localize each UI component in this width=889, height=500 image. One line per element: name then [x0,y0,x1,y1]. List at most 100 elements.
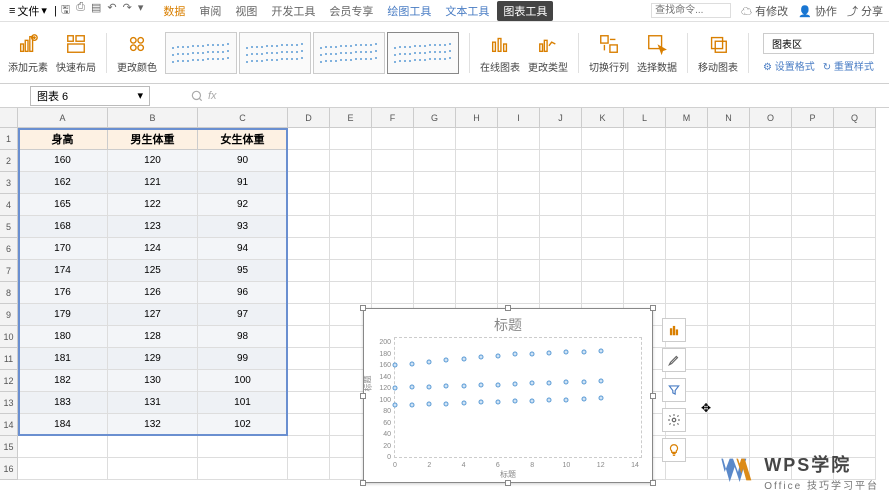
row-header[interactable]: 10 [0,326,18,348]
chart-style-1[interactable] [165,32,237,74]
table-cell[interactable]: 101 [198,392,288,414]
tab-text[interactable]: 文本工具 [439,1,495,21]
empty-cell[interactable] [288,304,330,326]
chart-area-selector[interactable]: 图表区 [763,33,874,54]
empty-cell[interactable] [330,260,372,282]
empty-cell[interactable] [330,238,372,260]
empty-cell[interactable] [288,392,330,414]
empty-cell[interactable] [834,414,876,436]
empty-cell[interactable] [540,128,582,150]
row-header[interactable]: 5 [0,216,18,238]
empty-cell[interactable] [330,128,372,150]
empty-cell[interactable] [582,282,624,304]
table-cell[interactable]: 121 [108,172,198,194]
empty-cell[interactable] [330,150,372,172]
table-cell[interactable]: 120 [108,150,198,172]
empty-cell[interactable] [498,128,540,150]
table-cell[interactable] [198,458,288,480]
empty-cell[interactable] [498,260,540,282]
empty-cell[interactable] [288,282,330,304]
empty-cell[interactable] [288,238,330,260]
empty-cell[interactable] [750,326,792,348]
resize-handle[interactable] [650,393,656,399]
empty-cell[interactable] [792,216,834,238]
empty-cell[interactable] [834,128,876,150]
empty-cell[interactable] [372,172,414,194]
empty-cell[interactable] [582,260,624,282]
empty-cell[interactable] [330,172,372,194]
col-header[interactable]: F [372,108,414,128]
empty-cell[interactable] [288,370,330,392]
table-cell[interactable]: 124 [108,238,198,260]
embedded-chart[interactable]: 标题 标题 标题 0204060801001201401601802000246… [363,308,653,483]
empty-cell[interactable] [414,128,456,150]
table-cell[interactable]: 98 [198,326,288,348]
empty-cell[interactable] [372,194,414,216]
empty-cell[interactable] [834,238,876,260]
empty-cell[interactable] [498,238,540,260]
empty-cell[interactable] [708,326,750,348]
empty-cell[interactable] [666,172,708,194]
empty-cell[interactable] [288,260,330,282]
empty-cell[interactable] [372,216,414,238]
empty-cell[interactable] [582,172,624,194]
chart-plot-area[interactable]: 02040608010012014016018020002468101214 [394,337,642,458]
col-header[interactable]: O [750,108,792,128]
cloud-status[interactable]: ☁ 有修改 [741,3,788,19]
empty-cell[interactable] [708,238,750,260]
empty-cell[interactable] [708,392,750,414]
empty-cell[interactable] [288,128,330,150]
empty-cell[interactable] [750,216,792,238]
row-header[interactable]: 8 [0,282,18,304]
bulb-icon[interactable] [662,438,686,462]
col-header[interactable]: C [198,108,288,128]
empty-cell[interactable] [792,194,834,216]
move-chart[interactable]: 移动图表 [698,31,738,74]
empty-cell[interactable] [750,414,792,436]
empty-cell[interactable] [792,304,834,326]
gear-icon[interactable] [662,408,686,432]
dropdown-icon[interactable]: ▾ [138,1,144,20]
change-type[interactable]: 更改类型 [528,31,568,74]
table-cell[interactable]: 100 [198,370,288,392]
col-header[interactable]: N [708,108,750,128]
empty-cell[interactable] [288,194,330,216]
empty-cell[interactable] [708,216,750,238]
empty-cell[interactable] [372,150,414,172]
tab-chart[interactable]: 图表工具 [497,1,553,21]
empty-cell[interactable] [372,238,414,260]
empty-cell[interactable] [750,370,792,392]
empty-cell[interactable] [288,216,330,238]
empty-cell[interactable] [792,348,834,370]
empty-cell[interactable] [540,282,582,304]
row-header[interactable]: 4 [0,194,18,216]
empty-cell[interactable] [456,194,498,216]
empty-cell[interactable] [498,282,540,304]
table-cell[interactable]: 90 [198,150,288,172]
table-cell[interactable]: 92 [198,194,288,216]
empty-cell[interactable] [708,128,750,150]
empty-cell[interactable] [750,172,792,194]
empty-cell[interactable] [834,348,876,370]
empty-cell[interactable] [414,238,456,260]
empty-cell[interactable] [414,172,456,194]
empty-cell[interactable] [750,238,792,260]
empty-cell[interactable] [288,458,330,480]
tab-dev[interactable]: 开发工具 [265,1,321,21]
table-cell[interactable]: 94 [198,238,288,260]
empty-cell[interactable] [792,128,834,150]
empty-cell[interactable] [792,150,834,172]
empty-cell[interactable] [750,194,792,216]
resize-handle[interactable] [650,305,656,311]
table-cell[interactable] [198,436,288,458]
empty-cell[interactable] [792,172,834,194]
empty-cell[interactable] [456,238,498,260]
select-data[interactable]: 选择数据 [637,31,677,74]
col-header[interactable]: M [666,108,708,128]
col-header[interactable]: Q [834,108,876,128]
filter-icon[interactable] [662,378,686,402]
table-cell[interactable]: 99 [198,348,288,370]
empty-cell[interactable] [582,128,624,150]
empty-cell[interactable] [540,238,582,260]
col-header[interactable]: L [624,108,666,128]
